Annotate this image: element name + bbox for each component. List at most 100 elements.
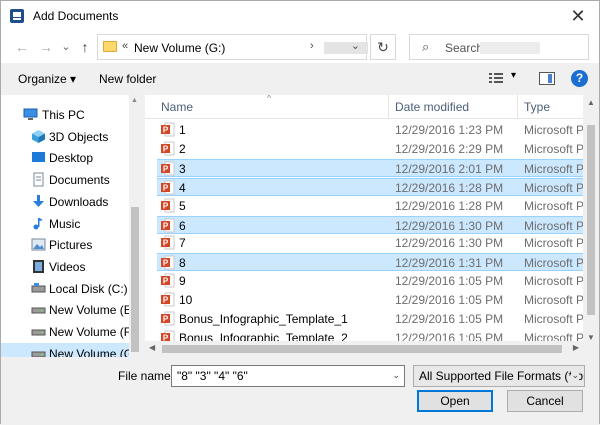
picture-icon: [31, 237, 46, 252]
svg-text:P: P: [163, 183, 169, 192]
redacted-search-text: [480, 42, 540, 54]
scroll-right-icon[interactable]: ▶: [573, 343, 579, 352]
file-name: 5: [179, 198, 186, 213]
forward-arrow-icon[interactable]: →: [37, 38, 55, 56]
file-name-dropdown-icon[interactable]: ⌄: [392, 370, 400, 381]
file-type-select[interactable]: All Supported File Formats (*.br ⌄: [413, 365, 585, 387]
svg-text:P: P: [163, 239, 169, 248]
vertical-scroll-thumb[interactable]: [587, 125, 595, 315]
preview-pane-icon[interactable]: [539, 72, 555, 85]
address-bar[interactable]: « New Volume (G:) › ⌄: [97, 34, 368, 60]
sidebar-item-label: Desktop: [49, 151, 94, 166]
file-row[interactable]: P 4 12/29/2016 1:28 PM Microsoft Po: [157, 177, 584, 196]
sidebar-item-music[interactable]: Music: [1, 213, 129, 235]
file-type-dropdown-icon[interactable]: ⌄: [571, 370, 579, 381]
file-list-vertical-scrollbar[interactable]: ▲ ▼: [583, 95, 599, 357]
address-dropdown-icon[interactable]: ⌄: [351, 39, 360, 52]
file-name: 10: [179, 293, 193, 308]
sidebar-item-videos[interactable]: Videos: [1, 256, 129, 278]
column-header-name[interactable]: Name: [161, 100, 193, 114]
file-name-input[interactable]: "8" "3" "4" "6" ⌄: [171, 365, 405, 387]
file-row[interactable]: P 5 12/29/2016 1:28 PM Microsoft Po: [157, 197, 584, 215]
sidebar-item-label: Videos: [49, 259, 86, 274]
sidebar-item-label: New Volume (F:): [49, 325, 139, 339]
file-name: 7: [179, 236, 186, 251]
up-arrow-icon[interactable]: ↑: [76, 38, 94, 56]
organize-button[interactable]: Organize ▾: [18, 72, 76, 86]
sidebar-item-this-pc[interactable]: This PC: [1, 104, 129, 126]
file-type: Microsoft Po: [524, 161, 584, 176]
horizontal-scroll-thumb[interactable]: [162, 345, 562, 353]
help-icon[interactable]: ?: [571, 70, 588, 87]
folder-icon: [103, 41, 117, 52]
sidebar-item-local-disk-c[interactable]: Local Disk (C:): [1, 278, 129, 300]
column-header-date-modified[interactable]: Date modified: [395, 100, 469, 114]
refresh-button[interactable]: ↻: [370, 34, 396, 60]
file-date-modified: 12/29/2016 1:05 PM: [395, 274, 504, 289]
file-row[interactable]: P 8 12/29/2016 1:31 PM Microsoft Po: [157, 253, 584, 272]
breadcrumb-overflow-icon[interactable]: «: [122, 40, 128, 52]
file-name: 4: [179, 180, 186, 195]
navigation-bar: ← → ⌄ ↑ « New Volume (G:) › ⌄ ↻ ⌕ Search: [1, 31, 599, 63]
powerpoint-file-icon: P: [161, 180, 175, 195]
svg-text:P: P: [163, 164, 169, 173]
new-folder-button[interactable]: New folder: [99, 72, 156, 86]
sidebar-item-new-volume-g[interactable]: New Volume (G:): [1, 342, 140, 357]
powerpoint-file-icon: P: [161, 198, 175, 213]
file-row[interactable]: P 2 12/29/2016 2:29 PM Microsoft Po: [157, 140, 584, 158]
file-list-horizontal-scrollbar[interactable]: ◀ ▶: [145, 341, 583, 357]
open-button[interactable]: Open: [417, 390, 493, 412]
navigation-scrollbar[interactable]: ▲: [129, 95, 141, 357]
powerpoint-file-icon: P: [161, 255, 175, 270]
view-details-icon[interactable]: [489, 72, 503, 84]
file-row[interactable]: P Bonus_Infographic_Template_1 12/29/2016 …: [157, 310, 584, 328]
scroll-down-icon[interactable]: ▼: [587, 333, 595, 342]
sidebar-item-new-volume-e[interactable]: New Volume (E:): [1, 299, 139, 321]
recent-locations-chevron-icon[interactable]: ⌄: [57, 38, 75, 56]
scroll-up-icon[interactable]: ▲: [587, 98, 595, 107]
scroll-left-icon[interactable]: ◀: [149, 343, 155, 352]
video-icon: [31, 259, 46, 274]
file-date-modified: 12/29/2016 2:29 PM: [395, 141, 504, 156]
sidebar-item-downloads[interactable]: Downloads: [1, 191, 129, 213]
breadcrumb-chevron-icon[interactable]: ›: [310, 40, 314, 52]
file-row[interactable]: P 7 12/29/2016 1:30 PM Microsoft Po: [157, 234, 584, 252]
breadcrumb-new-volume-g[interactable]: New Volume (G:): [134, 41, 225, 55]
drive-icon: [31, 346, 46, 357]
sidebar-item-pictures[interactable]: Pictures: [1, 234, 129, 256]
sidebar-item-label: 3D Objects: [49, 129, 109, 144]
file-type: Microsoft Po: [524, 123, 584, 137]
file-name: 8: [179, 256, 186, 271]
cancel-button[interactable]: Cancel: [507, 390, 583, 412]
powerpoint-file-icon: P: [161, 292, 175, 307]
column-header-type[interactable]: Type: [524, 100, 550, 114]
file-name: 2: [179, 141, 186, 156]
sidebar-item-desktop[interactable]: Desktop: [1, 147, 129, 169]
sidebar-item-documents[interactable]: Documents: [1, 169, 129, 191]
navigation-scroll-thumb[interactable]: [131, 207, 139, 352]
sidebar-item-new-volume-f[interactable]: New Volume (F:): [1, 321, 138, 343]
file-type: Microsoft Po: [524, 198, 584, 213]
back-arrow-icon[interactable]: ←: [13, 38, 31, 56]
file-row[interactable]: P 1 12/29/2016 1:23 PM Microsoft Po: [157, 121, 584, 139]
window-title: Add Documents: [33, 9, 119, 23]
powerpoint-file-icon: P: [161, 218, 175, 233]
file-date-modified: 12/29/2016 1:30 PM: [395, 236, 504, 251]
command-toolbar: Organize ▾ New folder ▾ ?: [1, 63, 599, 95]
sidebar-item-3d-objects[interactable]: 3D Objects: [1, 126, 129, 148]
sidebar-item-label: Music: [49, 216, 81, 231]
download-icon: [31, 194, 46, 209]
search-box[interactable]: ⌕ Search: [409, 34, 589, 60]
close-icon[interactable]: ✕: [567, 5, 589, 27]
file-row[interactable]: P 3 12/29/2016 2:01 PM Microsoft Po: [157, 158, 584, 177]
sidebar-item-label: Downloads: [49, 194, 109, 209]
view-dropdown-icon[interactable]: ▾: [511, 70, 516, 81]
file-type: Microsoft Po: [524, 180, 584, 195]
column-divider[interactable]: [388, 95, 389, 119]
file-row[interactable]: P 9 12/29/2016 1:05 PM Microsoft Po: [157, 272, 584, 290]
drive-icon: [31, 302, 46, 317]
scroll-up-icon[interactable]: ▲: [131, 97, 138, 104]
file-row[interactable]: P 10 12/29/2016 1:05 PM Microsoft Po: [157, 291, 584, 309]
column-divider[interactable]: [517, 95, 518, 119]
file-row[interactable]: P 6 12/29/2016 1:30 PM Microsoft Po: [157, 215, 584, 234]
